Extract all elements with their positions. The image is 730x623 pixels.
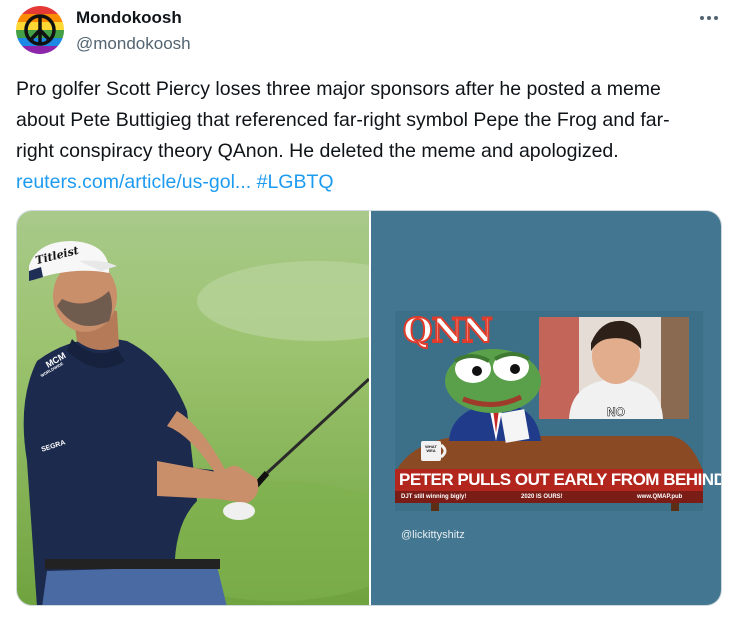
- avatar[interactable]: [16, 6, 64, 54]
- author-handle[interactable]: @mondokoosh: [76, 34, 191, 54]
- tweet: Mondokoosh @mondokoosh Pro golfer Scott …: [0, 0, 730, 623]
- qnn-logo: QNN: [402, 310, 494, 352]
- more-horizontal-icon: [714, 16, 718, 20]
- hashtag-link[interactable]: #LGBTQ: [257, 171, 334, 193]
- more-options-button[interactable]: [692, 6, 728, 30]
- meme-credit: @lickittyshitz: [401, 529, 465, 541]
- meme-headline: PETER PULLS OUT EARLY FROM BEHIND: [399, 470, 722, 489]
- more-horizontal-icon: [700, 16, 704, 20]
- author-display-name[interactable]: Mondokoosh: [76, 8, 182, 28]
- meme-image[interactable]: QNN NO WHAT WEA PETER PULLS OUT EARLY FR…: [371, 211, 722, 605]
- more-horizontal-icon: [707, 16, 711, 20]
- tweet-body: Pro golfer Scott Piercy loses three majo…: [16, 78, 670, 162]
- golfer-photo[interactable]: Titleist MCM WORLDWIDE SEGRA: [17, 211, 369, 605]
- tweet-text: Pro golfer Scott Piercy loses three majo…: [16, 74, 706, 198]
- ticker-right: www.QMAP.pub: [637, 494, 683, 500]
- inset-no-label: NO: [607, 405, 626, 420]
- media-grid[interactable]: Titleist MCM WORLDWIDE SEGRA QNN NO WHAT…: [16, 210, 722, 606]
- article-link[interactable]: reuters.com/article/us-gol...: [16, 171, 251, 193]
- ticker-left: DJT still winning bigly!: [401, 494, 467, 500]
- ticker-center: 2020 IS OURS!: [521, 494, 563, 500]
- mug-text: WHAT WEA: [425, 444, 437, 453]
- rainbow-peace-sign-icon: [16, 6, 64, 54]
